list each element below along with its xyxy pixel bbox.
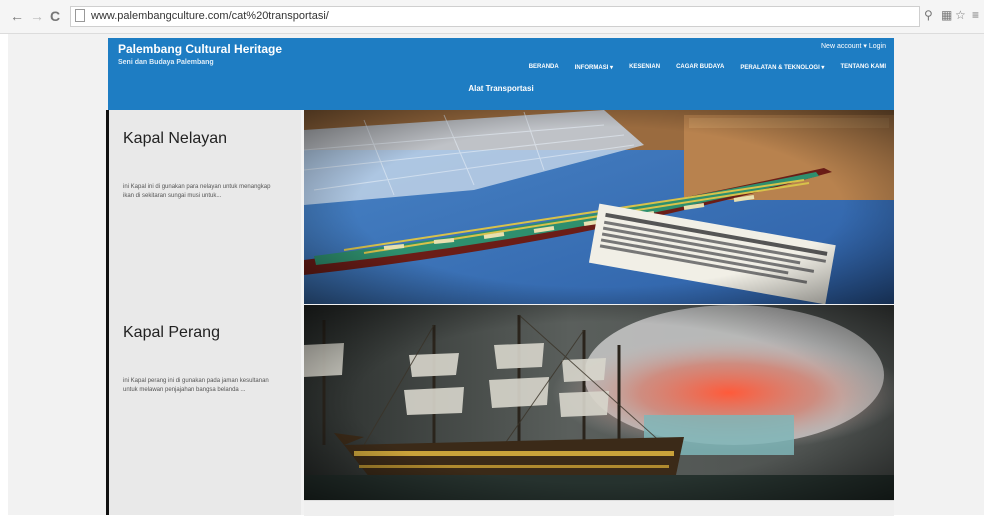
address-bar[interactable]: www.palembangculture.com/cat%20transport…: [70, 6, 920, 27]
nav-item-cagar-budaya[interactable]: CAGAR BUDAYA: [676, 64, 724, 71]
back-icon[interactable]: ←: [10, 8, 24, 24]
item-title-kapal-perang[interactable]: Kapal Perang: [123, 324, 220, 342]
nav-item-beranda[interactable]: BERANDA: [529, 64, 559, 71]
nav-item-peralatan[interactable]: PERALATAN & TEKNOLOGI ▾: [740, 64, 824, 71]
item-title-kapal-nelayan[interactable]: Kapal Nelayan: [123, 130, 227, 148]
nav-item-informasi[interactable]: INFORMASI ▾: [575, 64, 613, 71]
kapal-perang-photo[interactable]: [304, 305, 894, 500]
forward-icon[interactable]: →: [30, 8, 44, 24]
next-item-preview: [304, 500, 894, 516]
browser-toolbar: ← → C www.palembangculture.com/cat%20tra…: [0, 0, 984, 34]
main-nav: BERANDA INFORMASI ▾ KESENIAN CAGAR BUDAY…: [529, 64, 886, 71]
site-header: Palembang Cultural Heritage Seni dan Bud…: [108, 38, 894, 110]
site-subtitle: Seni dan Budaya Palembang: [118, 59, 214, 66]
page-icon: [75, 9, 85, 22]
reload-icon[interactable]: C: [50, 8, 60, 24]
star-icon[interactable]: ☆: [955, 8, 966, 22]
item-list-panel: Kapal Nelayan ini Kapal ini di gunakan p…: [109, 110, 301, 515]
item-desc-kapal-perang: ini Kapal perang ini di gunakan pada jam…: [123, 378, 269, 393]
item-desc-kapal-nelayan: ini Kapal ini di gunakan para nelayan un…: [123, 184, 271, 199]
page-heading: Alat Transportasi: [468, 84, 534, 93]
menu-icon[interactable]: ≡: [972, 8, 979, 22]
login-link[interactable]: New account ▾ Login: [821, 42, 886, 50]
zoom-icon[interactable]: ⚲: [924, 8, 933, 22]
site-title[interactable]: Palembang Cultural Heritage: [118, 42, 282, 56]
nav-item-kesenian[interactable]: KESENIAN: [629, 64, 660, 71]
url-text[interactable]: www.palembangculture.com/cat%20transport…: [91, 10, 329, 22]
nav-item-tentang-kami[interactable]: TENTANG KAMI: [840, 64, 886, 71]
translate-icon[interactable]: ▦: [941, 8, 952, 22]
kapal-nelayan-photo[interactable]: [304, 110, 894, 304]
